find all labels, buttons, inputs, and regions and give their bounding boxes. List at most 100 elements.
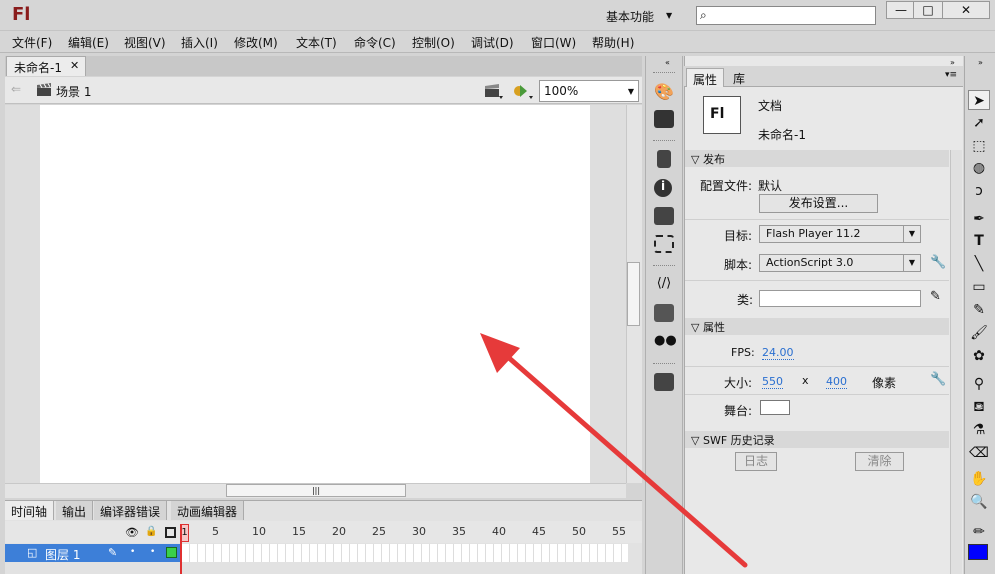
close-button[interactable]: ✕ [942, 1, 990, 19]
properties-section-header[interactable]: ▽ 属性 [685, 318, 949, 335]
collapse-tools-icon[interactable]: » [978, 58, 983, 67]
text-tool-icon[interactable]: T [968, 231, 990, 251]
scene-panel-icon[interactable] [654, 373, 674, 391]
subselection-tool-icon[interactable]: ➚ [968, 113, 990, 133]
eyedropper-tool-icon[interactable]: ⚗ [968, 420, 990, 440]
lasso-tool-icon[interactable]: ↄ [968, 181, 990, 201]
frame-number: 35 [452, 525, 466, 538]
vertical-scroll-thumb[interactable] [627, 262, 640, 326]
eye-icon[interactable]: 👁 [125, 526, 139, 539]
tab-timeline[interactable]: 时间轴 [5, 501, 55, 520]
tab-compiler-errors[interactable]: 编译器错误 [94, 501, 168, 520]
pencil-tool-icon[interactable]: ✎ [968, 300, 990, 320]
color-panel-icon[interactable]: 🎨 [654, 82, 674, 101]
tab-properties[interactable]: 属性 [686, 68, 725, 87]
outline-icon[interactable] [165, 527, 176, 538]
stage-color-swatch[interactable] [760, 400, 790, 415]
tab-motion-editor[interactable]: 动画编辑器 [171, 501, 245, 520]
document-tab[interactable]: 未命名-1 ✕ [6, 56, 86, 76]
lock-dot-icon[interactable]: • [150, 547, 155, 557]
library-icon[interactable] [654, 207, 674, 225]
edit-symbol-icon[interactable] [512, 82, 534, 100]
visibility-dot-icon[interactable]: • [130, 547, 135, 557]
panel-grip[interactable] [653, 72, 675, 75]
pen-tool-icon[interactable]: ✒ [968, 209, 990, 229]
properties-scrollbar[interactable] [950, 150, 962, 574]
menu-edit[interactable]: 编辑(E) [68, 34, 109, 51]
chevron-down-icon[interactable]: ▼ [666, 11, 672, 20]
menu-text[interactable]: 文本(T) [296, 34, 337, 51]
properties-tabs [684, 66, 963, 87]
menu-view[interactable]: 视图(V) [124, 34, 166, 51]
wrench-icon[interactable]: 🔧 [930, 372, 946, 387]
stroke-color-icon[interactable]: ✏ [968, 522, 990, 542]
bone-tool-icon[interactable]: ⚲ [968, 374, 990, 394]
minimize-button[interactable]: — [886, 1, 916, 19]
swf-history-section-header[interactable]: ▽ SWF 历史记录 [685, 431, 949, 448]
rectangle-tool-icon[interactable]: ▭ [968, 277, 990, 297]
maximize-button[interactable]: □ [913, 1, 943, 19]
info-icon[interactable]: i [654, 179, 672, 197]
swatches-icon[interactable] [654, 110, 674, 128]
motion-presets-icon[interactable]: ●● [654, 333, 677, 351]
fill-color-swatch[interactable] [968, 544, 988, 560]
clear-button[interactable]: 清除 [855, 452, 904, 471]
menu-window[interactable]: 窗口(W) [531, 34, 576, 51]
height-value[interactable]: 400 [826, 375, 847, 389]
target-select[interactable]: Flash Player 11.2 ▼ [759, 225, 921, 243]
align-icon[interactable] [657, 150, 671, 168]
selection-tool-icon[interactable]: ➤ [968, 90, 990, 110]
line-tool-icon[interactable]: ╲ [968, 254, 990, 274]
horizontal-scroll-thumb[interactable]: ||| [226, 484, 406, 497]
deco-tool-icon[interactable]: ✿ [968, 346, 990, 366]
fps-value[interactable]: 24.00 [762, 346, 794, 360]
layer-row[interactable]: ◱ 图层 1 ✎ • • [5, 544, 180, 562]
menu-commands[interactable]: 命令(C) [354, 34, 396, 51]
3d-rotation-tool-icon[interactable]: ◍ [968, 158, 990, 178]
panel-grip[interactable] [653, 363, 675, 366]
panel-grip[interactable] [653, 140, 675, 143]
menu-insert[interactable]: 插入(I) [181, 34, 218, 51]
free-transform-tool-icon[interactable]: ⬚ [968, 136, 990, 156]
divider [685, 394, 949, 395]
properties-section-title: 属性 [702, 321, 725, 334]
layer-color-swatch[interactable] [166, 547, 177, 558]
menu-help[interactable]: 帮助(H) [592, 34, 634, 51]
eraser-tool-icon[interactable]: ⌫ [968, 443, 990, 463]
actions-icon[interactable]: ⟨/⟩ [654, 276, 674, 294]
width-value[interactable]: 550 [762, 375, 783, 389]
zoom-select[interactable]: 100% ▼ [539, 80, 639, 102]
edit-scene-icon[interactable] [484, 82, 504, 100]
zoom-tool-icon[interactable]: 🔍 [968, 492, 990, 512]
publish-settings-button[interactable]: 发布设置... [759, 194, 878, 213]
doc-type: 文档 [758, 99, 783, 113]
wrench-icon[interactable]: 🔧 [930, 255, 946, 270]
pencil-icon[interactable]: ✎ [930, 289, 941, 304]
menu-control[interactable]: 控制(O) [412, 34, 455, 51]
log-button[interactable]: 日志 [735, 452, 777, 471]
script-select[interactable]: ActionScript 3.0 ▼ [759, 254, 921, 272]
menu-debug[interactable]: 调试(D) [471, 34, 514, 51]
paint-bucket-tool-icon[interactable]: ⛾ [968, 397, 990, 417]
menu-modify[interactable]: 修改(M) [234, 34, 278, 51]
transform-icon[interactable] [654, 235, 674, 253]
hand-tool-icon[interactable]: ✋ [968, 469, 990, 489]
stage-canvas[interactable] [40, 105, 590, 483]
lock-icon[interactable]: 🔒 [145, 526, 157, 537]
panel-menu-icon[interactable]: ▾≡ [945, 70, 957, 80]
search-input[interactable]: ⌕ [696, 6, 876, 25]
tab-library[interactable]: 库 [727, 68, 751, 87]
flash-logo: Fl [12, 4, 31, 25]
close-icon[interactable]: ✕ [70, 59, 79, 72]
components-icon[interactable] [654, 304, 674, 322]
back-arrow-icon[interactable]: ⇐ [11, 82, 21, 96]
publish-section-header[interactable]: ▽ 发布 [685, 150, 949, 167]
brush-tool-icon[interactable]: 🖌 [968, 323, 990, 343]
workspace-switcher[interactable]: 基本功能 [606, 8, 654, 25]
panel-grip[interactable] [653, 265, 675, 268]
class-input[interactable] [759, 290, 921, 307]
tab-output[interactable]: 输出 [56, 501, 94, 520]
menu-file[interactable]: 文件(F) [12, 34, 52, 51]
collapse-icon[interactable]: « [665, 58, 670, 67]
frame-strip[interactable] [182, 544, 628, 562]
